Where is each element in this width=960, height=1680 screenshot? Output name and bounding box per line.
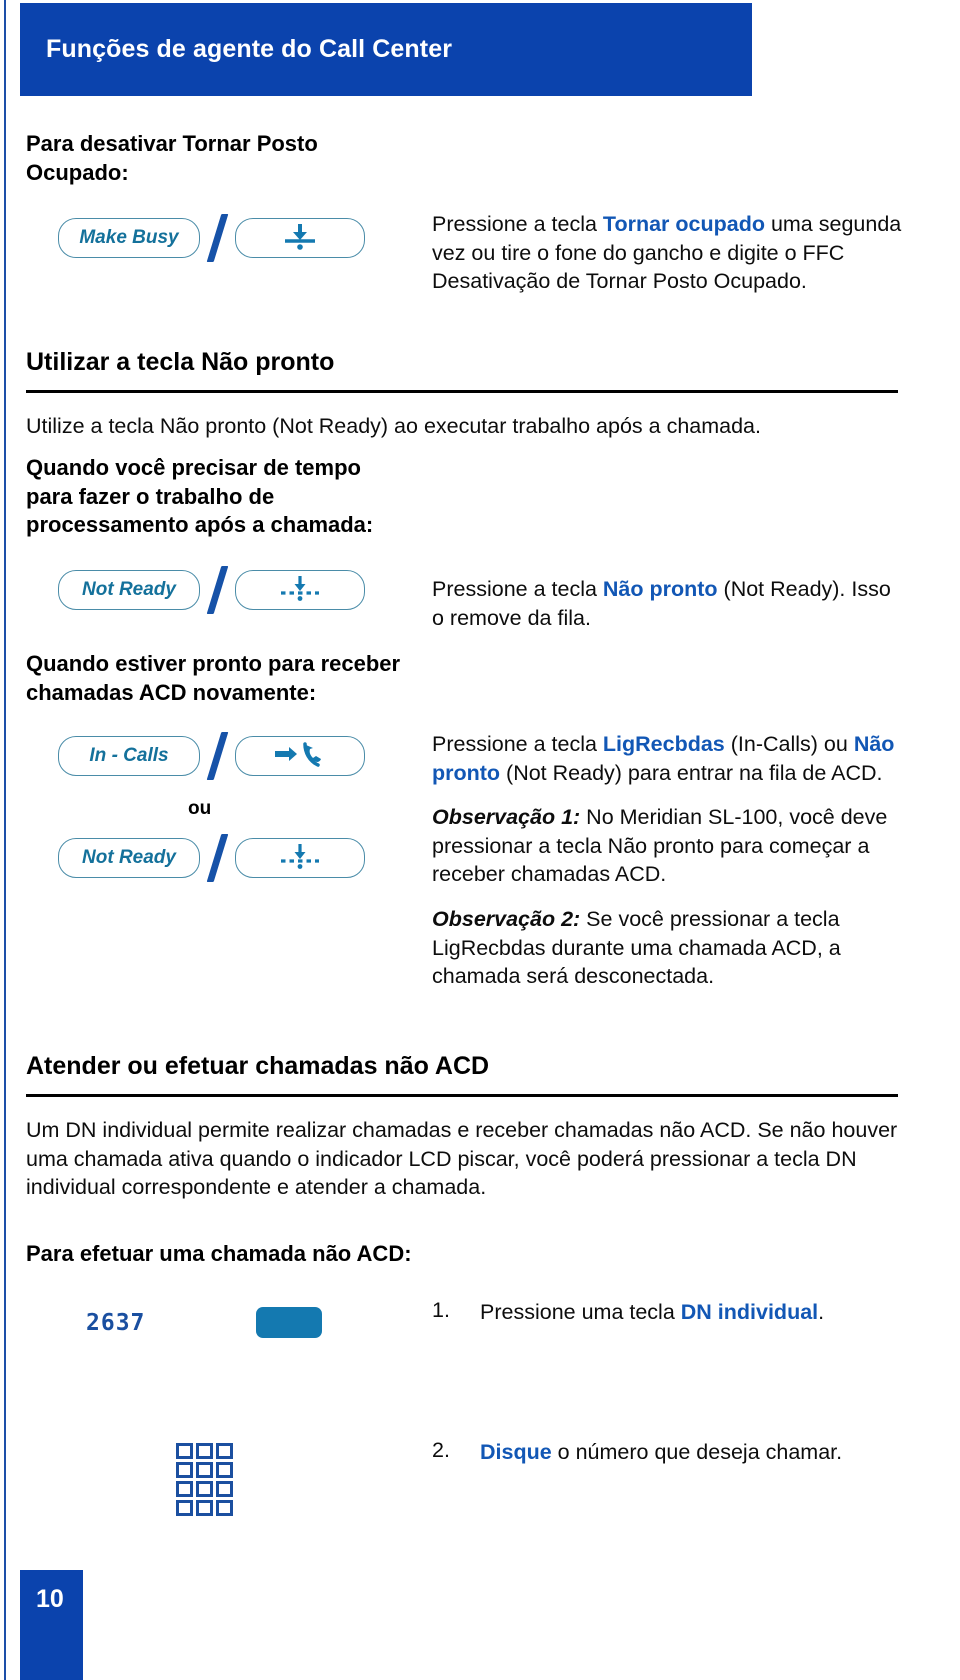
make-busy-key[interactable]: Make Busy — [58, 218, 200, 258]
incoming-call-handset-icon — [269, 739, 331, 774]
in-calls-lead: Quando estiver pronto para receber chama… — [26, 651, 401, 705]
non-acd-section-heading: Atender ou efetuar chamadas não ACD — [26, 1052, 490, 1080]
make-busy-key-row: Make Busy — [58, 214, 365, 262]
step-2-bold: Disque — [480, 1440, 552, 1464]
step-1-post: . — [818, 1300, 825, 1324]
not-ready-instruction-bold: Não pronto — [602, 577, 718, 601]
keypad-key[interactable] — [176, 1462, 193, 1478]
keypad-key[interactable] — [216, 1462, 233, 1478]
non-acd-lead: Para efetuar uma chamada não ACD: — [26, 1241, 412, 1266]
keypad-key[interactable] — [196, 1481, 213, 1497]
make-busy-instruction-bold: Tornar ocupado — [602, 212, 765, 236]
not-ready-instruction-pre: Pressione a tecla — [432, 577, 603, 601]
in-calls-instruction-mid: (In-Calls) ou — [724, 732, 854, 756]
not-ready-section-heading: Utilizar a tecla Não pronto — [26, 348, 335, 376]
in-calls-key[interactable]: In - Calls — [58, 736, 200, 776]
list-item: 1. Pressione uma tecla DN individual. — [432, 1298, 922, 1327]
keypad-key[interactable] — [216, 1443, 233, 1459]
not-ready-key-row-alt: Not Ready — [58, 834, 365, 882]
note-1-lead: Observação 1: — [432, 805, 581, 830]
step-1-index: 1. — [432, 1298, 450, 1322]
list-item: 2. Disque o número que deseja chamar. — [432, 1438, 922, 1467]
step-2-body: Disque o número que deseja chamar. — [480, 1438, 842, 1467]
page-number-box: 10 — [20, 1570, 83, 1680]
not-ready-lead: Quando você precisar de tempo para fazer… — [26, 455, 374, 538]
not-ready-key[interactable]: Not Ready — [58, 570, 200, 610]
in-calls-instruction-block: Pressione a tecla LigRecbdas (In-Calls) … — [432, 730, 902, 991]
step-1-bold: DN individual — [680, 1300, 819, 1324]
page-left-rule — [4, 0, 6, 1680]
not-ready-instruction: Pressione a tecla Não pronto (Not Ready)… — [432, 575, 902, 632]
page-number: 10 — [36, 1585, 64, 1613]
make-busy-instruction-pre: Pressione a tecla — [432, 212, 603, 236]
step-2-index: 2. — [432, 1438, 450, 1462]
not-ready-key-alt-label: Not Ready — [82, 847, 176, 868]
not-ready-key-row: Not Ready — [58, 566, 365, 614]
not-ready-dashed-down-arrow-icon — [274, 841, 326, 876]
step-2-post: o número que deseja chamar. — [551, 1440, 843, 1464]
not-ready-dashed-down-arrow-icon — [274, 573, 326, 608]
header-banner: Funções de agente do Call Center — [20, 3, 752, 96]
keypad-key[interactable] — [176, 1500, 193, 1516]
keypad-key[interactable] — [176, 1481, 193, 1497]
key-separator-slash — [206, 566, 229, 614]
key-separator-slash — [206, 732, 229, 780]
keypad-key[interactable] — [216, 1481, 233, 1497]
not-ready-section-rule — [26, 390, 898, 393]
lcd-display-number: 2637 — [86, 1310, 146, 1336]
keypad-key[interactable] — [196, 1500, 213, 1516]
or-separator-label: ou — [188, 798, 212, 819]
not-ready-intro: Utilize a tecla Não pronto (Not Ready) a… — [26, 414, 761, 438]
in-calls-key-label: In - Calls — [89, 745, 169, 766]
keypad-key[interactable] — [176, 1443, 193, 1459]
in-calls-instruction-post: (Not Ready) para entrar na fila de ACD. — [500, 760, 883, 785]
key-separator-slash — [206, 214, 229, 262]
note-2-lead: Observação 2: — [432, 906, 581, 931]
in-calls-icon-key[interactable] — [235, 736, 365, 776]
keypad-key[interactable] — [196, 1443, 213, 1459]
keypad-key[interactable] — [196, 1462, 213, 1478]
in-calls-instruction-bold-1: LigRecbdas — [602, 732, 725, 756]
not-ready-key-label: Not Ready — [82, 579, 176, 600]
not-ready-icon-key[interactable] — [235, 570, 365, 610]
key-separator-slash — [206, 834, 229, 882]
page-title: Funções de agente do Call Center — [46, 35, 453, 63]
make-busy-lead: Para desativar Tornar Posto Ocupado: — [26, 131, 318, 185]
non-acd-paragraph: Um DN individual permite realizar chamad… — [26, 1118, 898, 1200]
make-busy-key-label: Make Busy — [79, 227, 179, 248]
not-ready-key-alt[interactable]: Not Ready — [58, 838, 200, 878]
make-busy-icon-key[interactable] — [235, 218, 365, 258]
make-busy-instruction: Pressione a tecla Tornar ocupado uma seg… — [432, 210, 902, 296]
step-1-pre: Pressione uma tecla — [480, 1300, 681, 1324]
step-1-body: Pressione uma tecla DN individual. — [480, 1298, 824, 1327]
note-2: Observação 2: Se você pressionar a tecla… — [432, 905, 902, 991]
dial-keypad-icon[interactable] — [176, 1443, 233, 1516]
dn-line-key-icon[interactable] — [256, 1307, 322, 1338]
in-calls-key-row: In - Calls — [58, 732, 365, 780]
note-1: Observação 1: No Meridian SL-100, você d… — [432, 803, 902, 889]
keypad-key[interactable] — [216, 1500, 233, 1516]
make-busy-down-arrow-icon — [277, 221, 323, 256]
non-acd-section-rule — [26, 1094, 898, 1097]
not-ready-icon-key-alt[interactable] — [235, 838, 365, 878]
in-calls-instruction-pre: Pressione a tecla — [432, 732, 603, 756]
in-calls-instruction: Pressione a tecla LigRecbdas (In-Calls) … — [432, 730, 902, 787]
